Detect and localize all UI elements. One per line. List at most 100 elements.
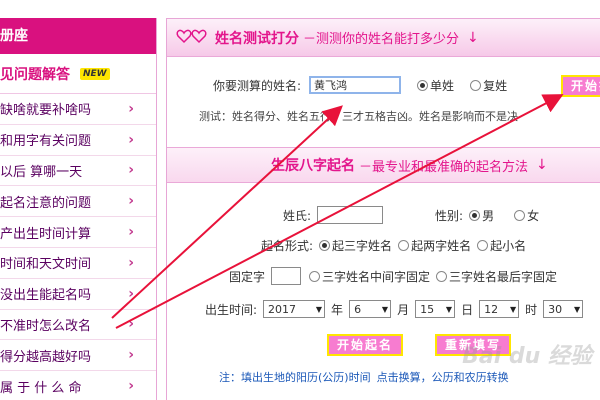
faq-item-label: 缺啥就要补啥吗: [0, 103, 92, 119]
chevron-right-icon: ›: [128, 254, 134, 271]
three-char-radio[interactable]: [319, 240, 331, 251]
bazi-section-header: 生辰八字起名 －最专业和最准确的起名方法 ↓: [167, 147, 600, 183]
chevron-right-icon: ›: [128, 131, 134, 148]
faq-item[interactable]: 属 于 什 么 命 ›: [0, 371, 156, 400]
faq-list: 缺啥就要补啥吗 › 和用字有关问题 › 以后 算哪一天 › 起名注意的问题 › 产出生时…: [0, 94, 156, 400]
chevron-right-icon: ›: [128, 224, 134, 241]
surname-input[interactable]: [317, 206, 384, 224]
watermark: Bai du 经验: [462, 344, 592, 369]
score-section-subtitle: －测测你的姓名能打多少分: [303, 32, 460, 47]
faq-item[interactable]: 起名注意的问题 ›: [0, 186, 156, 218]
faq-item[interactable]: 缺啥就要补啥吗 ›: [0, 94, 156, 125]
month-unit: 月: [397, 302, 410, 317]
fixed-char-label: 固定字: [229, 269, 266, 284]
single-surname-radio[interactable]: [417, 79, 429, 91]
score-description: 测试：姓名得分、姓名五行、三才五格吉凶。姓名是影响而不是决: [199, 110, 518, 123]
score-section-header: 姓名测试打分 －测测你的姓名能打多少分 ↓: [167, 19, 600, 57]
score-section-title: 姓名测试打分: [215, 30, 299, 47]
name-label: 你要测算的姓名:: [213, 78, 302, 93]
faq-item-label: 属 于 什 么 命: [0, 380, 82, 396]
faq-item[interactable]: 产出生时间计算 ›: [0, 217, 156, 248]
bazi-section-title: 生辰八字起名: [271, 158, 355, 174]
chevron-right-icon: ›: [128, 378, 134, 395]
day-select[interactable]: 15 ▼: [415, 300, 456, 318]
faq-item[interactable]: 没出生能起名吗 ›: [0, 279, 156, 310]
faq-item-label: 产出生时间计算: [0, 226, 92, 242]
double-surname-label: 复姓: [483, 78, 508, 93]
dropdown-arrow-icon: ▼: [509, 304, 517, 314]
dropdown-arrow-icon: ▼: [315, 304, 323, 314]
dropdown-arrow-icon: ▼: [445, 304, 453, 314]
bazi-section-subtitle: －最专业和最准确的起名方法: [359, 159, 529, 175]
chevron-right-icon: ›: [128, 316, 134, 333]
female-label: 女: [527, 208, 540, 223]
double-surname-radio[interactable]: [470, 79, 482, 91]
fixed-char-input[interactable]: [271, 267, 302, 285]
faq-item[interactable]: 时间和天文时间 ›: [0, 248, 156, 279]
hour-unit: 时: [525, 302, 538, 317]
three-char-label: 起三字姓名: [332, 239, 393, 253]
arrow-down-icon: ↓: [467, 29, 479, 46]
faq-item-label: 和用字有关问题: [0, 134, 92, 150]
single-surname-label: 单姓: [430, 78, 455, 93]
name-form-row: 起名形式: 起三字姓名 起两字姓名 起小名: [261, 237, 526, 254]
birth-time-row: 出生时间: 2017 ▼ 年 6 ▼ 月 15 ▼ 日 12 ▼ 时 30 ▼: [205, 300, 584, 318]
fixed-last-label: 三字姓名最后字固定: [449, 269, 558, 284]
birth-time-label: 出生时间:: [205, 302, 258, 317]
fixed-char-row: 固定字 三字姓名中间字固定 三字姓名最后字固定: [229, 267, 557, 285]
male-radio[interactable]: [469, 209, 481, 221]
start-naming-button[interactable]: 开始起名: [327, 334, 404, 356]
faq-item-label: 得分越高越好吗: [0, 349, 92, 365]
chevron-right-icon: ›: [128, 193, 134, 210]
male-label: 男: [482, 208, 495, 223]
hour-select[interactable]: 12 ▼: [479, 300, 520, 318]
faq-item[interactable]: 以后 算哪一天 ›: [0, 156, 156, 187]
surname-label: 姓氏:: [283, 208, 312, 223]
sidebar-section-title: 见问题解答: [0, 66, 70, 83]
dropdown-arrow-icon: ▼: [573, 304, 581, 314]
arrow-down-icon: ↓: [536, 157, 548, 173]
fixed-last-radio[interactable]: [436, 270, 448, 282]
faq-item-label: 没出生能起名吗: [0, 288, 92, 304]
fixed-middle-radio[interactable]: [309, 270, 321, 282]
sidebar-section: 见问题解答 NEW: [0, 54, 156, 94]
dropdown-arrow-icon: ▼: [381, 304, 389, 314]
start-score-button[interactable]: 开始打: [561, 75, 600, 97]
two-char-radio[interactable]: [398, 240, 410, 251]
page: 册座 见问题解答 NEW 缺啥就要补啥吗 › 和用字有关问题 › 以后 算哪一天 › …: [0, 0, 600, 400]
gender-label: 性别:: [435, 208, 464, 223]
two-char-label: 起两字姓名: [411, 239, 472, 253]
faq-item[interactable]: 和用字有关问题 ›: [0, 125, 156, 156]
year-value: 2017: [268, 302, 297, 316]
name-form-label: 起名形式:: [261, 239, 314, 253]
nickname-label: 起小名: [490, 239, 527, 253]
faq-item-label: 起名注意的问题: [0, 195, 92, 211]
convert-link[interactable]: 点击换算: [377, 369, 421, 385]
note-prefix: 注：填出生地的阳历(公历)时间: [219, 371, 371, 384]
fixed-middle-label: 三字姓名中间字固定: [322, 269, 431, 284]
minute-select[interactable]: 30 ▼: [543, 300, 584, 318]
minute-value: 30: [548, 302, 563, 316]
name-input[interactable]: 黄飞鸿: [309, 76, 402, 94]
heart-logo-icon: [175, 27, 211, 49]
day-unit: 日: [461, 302, 474, 317]
sidebar-header: 册座: [0, 18, 156, 54]
faq-item[interactable]: 不准时怎么改名 ›: [0, 310, 156, 341]
day-value: 15: [420, 302, 435, 316]
chevron-right-icon: ›: [128, 347, 134, 364]
month-select[interactable]: 6 ▼: [349, 300, 392, 318]
note-suffix: ，公历和农历转换: [420, 371, 509, 384]
female-radio[interactable]: [514, 209, 526, 221]
year-unit: 年: [331, 302, 344, 317]
nickname-radio[interactable]: [477, 240, 489, 251]
chevron-right-icon: ›: [128, 285, 134, 302]
faq-item-label: 不准时怎么改名: [0, 318, 92, 334]
name-row: 你要测算的姓名: 黄飞鸿 单姓 复姓: [213, 76, 507, 94]
hour-value: 12: [484, 302, 499, 316]
new-badge: NEW: [80, 67, 110, 80]
month-value: 6: [354, 302, 362, 316]
chevron-right-icon: ›: [128, 100, 134, 117]
year-select[interactable]: 2017 ▼: [263, 300, 326, 318]
faq-sidebar: 册座 见问题解答 NEW 缺啥就要补啥吗 › 和用字有关问题 › 以后 算哪一天 › …: [0, 18, 157, 400]
faq-item[interactable]: 得分越高越好吗 ›: [0, 340, 156, 372]
